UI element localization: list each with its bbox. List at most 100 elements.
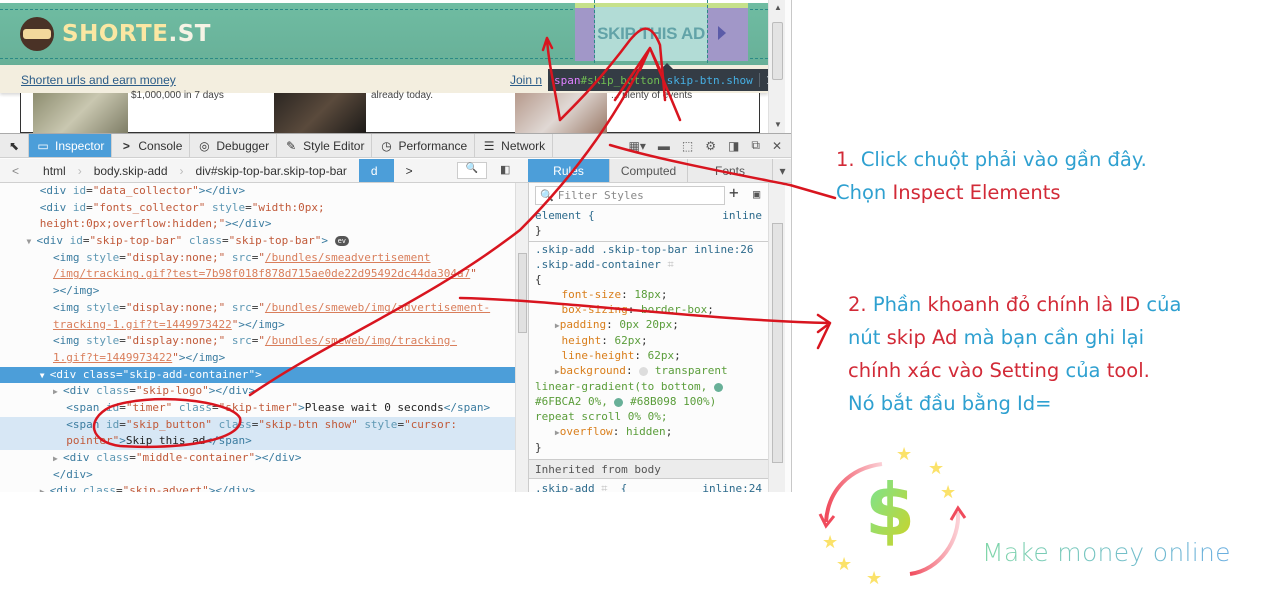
breadcrumb-html[interactable]: html — [31, 159, 78, 182]
markup-node[interactable]: ▶ <div class="middle-container"></div> — [0, 450, 515, 467]
scroll-up-icon[interactable]: ▲ — [774, 3, 782, 12]
logo-tld: .ST — [168, 21, 211, 47]
inherited-header: Inherited from body — [529, 459, 768, 479]
scroll-thumb[interactable] — [518, 253, 527, 333]
markup-node[interactable]: <span id="timer" class="skip-timer">Plea… — [0, 400, 515, 417]
snippet-text: already today. — [371, 90, 434, 101]
markup-scrollbar[interactable] — [515, 183, 528, 492]
markup-node[interactable]: ▼ <div id="skip-top-bar" class="skip-top-… — [0, 233, 515, 250]
breadcrumb-skip-top-bar[interactable]: div#skip-top-bar.skip-top-bar — [184, 159, 359, 182]
css-property[interactable]: line-height: 62px; — [529, 348, 768, 363]
event-badge[interactable]: ev — [334, 236, 350, 247]
css-property[interactable]: ▶overflow: hidden; — [529, 424, 768, 440]
console-icon: > — [122, 138, 130, 153]
page-scrollbar[interactable]: ▲ ▼ — [768, 0, 785, 133]
color-swatch[interactable] — [614, 397, 624, 407]
fitness-image[interactable] — [515, 93, 607, 133]
markup-node[interactable]: <div id="fonts_collector" style="width:0… — [0, 200, 515, 217]
rules-scrollbar[interactable] — [768, 183, 785, 492]
css-property[interactable]: height: 62px; — [529, 333, 768, 348]
color-swatch[interactable] — [713, 382, 723, 392]
scroll-thumb[interactable] — [772, 22, 783, 80]
svg-text:★: ★ — [940, 482, 956, 503]
markup-node-skip-button[interactable]: <span id="skip_button" class="skip-btn s… — [0, 416, 515, 434]
tab-fonts[interactable]: Fonts — [688, 159, 773, 182]
ad-content-row: $1,000,000 in 7 days already today. ... … — [20, 90, 760, 133]
tab-debugger[interactable]: ◎ Debugger — [190, 134, 278, 157]
svg-text:★: ★ — [822, 532, 838, 553]
markup-node-selected[interactable]: ▼ <div class="skip-add-container"> — [0, 366, 515, 384]
svg-text:★: ★ — [896, 444, 912, 465]
markup-node[interactable]: <img style="display:none;" src="/bundles… — [0, 250, 515, 267]
toggle-sidebar-icon[interactable]: ◧ — [500, 163, 510, 176]
dock-side-icon[interactable]: ◨ — [728, 139, 739, 153]
frame-select-icon[interactable]: ▦▾ — [629, 139, 646, 153]
css-property[interactable]: ▶padding: 0px 20px; — [529, 317, 768, 333]
element-highlighter-infobar: span#skip_button.skip-btn.show173 × 5 — [548, 63, 768, 91]
breadcrumb-body[interactable]: body.skip-add — [82, 159, 180, 182]
markup-node[interactable]: </div> — [0, 467, 515, 484]
tab-style-editor[interactable]: ✎ Style Editor — [277, 134, 373, 157]
tab-rules[interactable]: Rules — [528, 159, 610, 182]
breadcrumb-forward-icon[interactable]: > — [394, 159, 425, 182]
tab-inspector[interactable]: ▭ Inspector — [29, 134, 113, 157]
markup-search-icon[interactable]: 🔍 — [457, 162, 487, 179]
markup-node[interactable]: <div id="data_collector"></div> — [0, 183, 515, 200]
photo-image[interactable] — [274, 93, 366, 133]
tab-console[interactable]: > Console — [112, 134, 191, 157]
snippet-text: $1,000,000 in 7 days — [131, 90, 224, 101]
filter-styles-input[interactable]: 🔍 Filter Styles — [535, 186, 725, 205]
highlight-classes: .skip-btn.show — [659, 73, 753, 87]
split-console-icon[interactable]: ▬ — [658, 139, 670, 153]
settings-gear-icon[interactable]: ⚙ — [705, 139, 716, 153]
skip-ad-container: SKIP THIS AD — [575, 3, 748, 61]
close-devtools-icon[interactable]: ✕ — [772, 139, 782, 153]
undock-window-icon[interactable]: ⧉ — [751, 138, 760, 153]
markup-node-skip-button[interactable]: pointer">Skip this ad</span> — [0, 433, 515, 450]
markup-node[interactable]: <img style="display:none;" src="/bundles… — [0, 300, 515, 317]
tab-computed[interactable]: Computed — [610, 159, 688, 182]
cycle-arrow-right-icon — [909, 511, 961, 576]
step2-annotation: 2. Phần khoanh đỏ chính là ID của nút sk… — [848, 293, 1182, 415]
search-icon: 🔍 — [540, 189, 554, 202]
pick-element-button[interactable]: ⬉ — [0, 134, 29, 157]
markup-node[interactable]: 1.gif?t=1449973422"></img> — [0, 350, 515, 367]
css-property[interactable]: font-size: 18px; — [529, 287, 768, 302]
tabs-overflow-icon[interactable]: ▾ — [773, 159, 791, 182]
add-rule-icon[interactable]: + — [729, 185, 739, 201]
markup-node[interactable]: <img style="display:none;" src="/bundles… — [0, 333, 515, 350]
browser-window: SHORTE.ST SKIP THIS AD Shorten urls and … — [0, 0, 792, 492]
markup-node[interactable]: ></img> — [0, 283, 515, 300]
shorten-urls-link[interactable]: Shorten urls and earn money — [21, 73, 176, 87]
skip-top-bar: SHORTE.ST SKIP THIS AD — [0, 3, 768, 65]
rule-source-link[interactable]: inline:24 — [702, 481, 762, 492]
logo-name: SHORTE — [62, 21, 169, 47]
responsive-mode-icon[interactable]: ⬚ — [682, 139, 693, 153]
breadcrumb-current[interactable]: d — [358, 159, 394, 182]
snippet-text: ... plenty of events — [611, 90, 693, 101]
breadcrumb-back-icon[interactable]: < — [0, 159, 31, 182]
markup-node[interactable]: height:0px;overflow:hidden;"></div> — [0, 216, 515, 233]
money-cycle-logo: $ ★★★ ★★★ — [818, 444, 967, 589]
site-logo[interactable]: SHORTE.ST — [20, 17, 211, 51]
rule-source-link[interactable]: inline:26 — [694, 243, 754, 256]
ninja-logo-icon — [20, 17, 54, 51]
scroll-down-icon[interactable]: ▼ — [774, 120, 782, 129]
markup-node[interactable]: tracking-1.gif?t=1449973422"></img> — [0, 317, 515, 334]
markup-node[interactable]: ▶ <div class="skip-logo"></div> — [0, 383, 515, 400]
css-property-background[interactable]: ▶background: transparent — [529, 363, 768, 379]
tab-performance[interactable]: ◷ Performance — [372, 134, 476, 157]
pick-element-icon: ⬉ — [8, 138, 20, 153]
markup-node[interactable]: ▶ <div class="skip-advert"></div> — [0, 483, 515, 492]
svg-text:★: ★ — [836, 554, 852, 575]
join-link[interactable]: Join n — [510, 73, 542, 87]
toggle-pseudo-icon[interactable]: ▣ — [753, 187, 760, 202]
css-property[interactable]: box-sizing: border-box; — [529, 302, 768, 317]
webpage-viewport: SHORTE.ST SKIP THIS AD Shorten urls and … — [0, 0, 768, 133]
money-image[interactable] — [33, 93, 128, 133]
tab-network[interactable]: ☰ Network — [475, 134, 554, 157]
rule-source-link[interactable]: inline — [722, 208, 762, 223]
markup-node[interactable]: /img/tracking.gif?test=7b98f018f878d715a… — [0, 266, 515, 283]
skip-ad-button[interactable]: SKIP THIS AD — [595, 7, 707, 61]
scroll-thumb[interactable] — [772, 223, 783, 463]
